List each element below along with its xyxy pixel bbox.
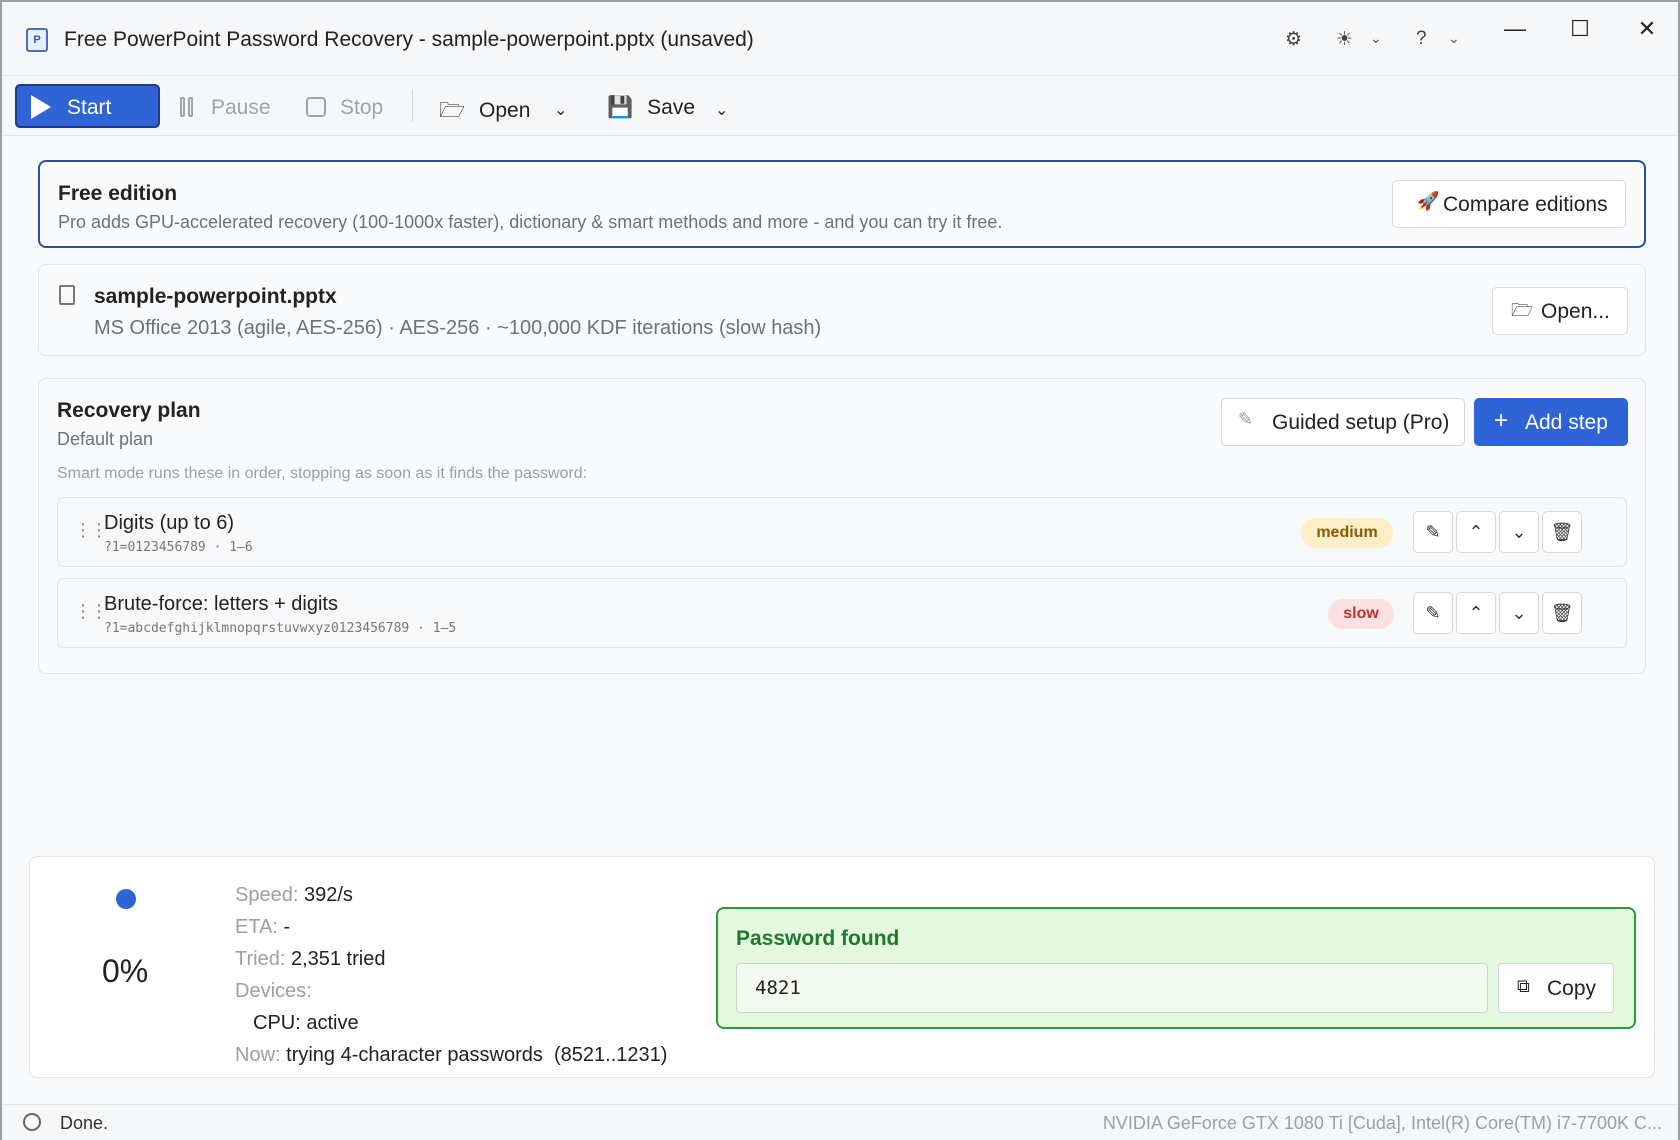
copy-button[interactable]: ⧉ Copy [1498, 963, 1614, 1013]
step-name: Digits (up to 6) [104, 512, 235, 534]
plan-title: Recovery plan [57, 399, 201, 422]
help-icon[interactable]: ? [1416, 28, 1427, 50]
maximize-button[interactable]: ☐ [1557, 14, 1603, 44]
trash-icon: 🗑 [1550, 603, 1574, 623]
plus-icon: + [1494, 407, 1509, 434]
chevron-down-icon: ⌄ [1511, 522, 1527, 542]
stop-icon [306, 97, 326, 117]
speed-badge: medium [1301, 518, 1393, 548]
plan-step[interactable]: ⋮⋮ Brute-force: letters + digits ?1=abcd… [57, 578, 1627, 648]
open-file-button[interactable]: 🗁 Open... [1492, 287, 1628, 335]
move-down-button[interactable]: ⌄ [1499, 511, 1539, 553]
now-value: trying 4-character passwords (8521..1231… [286, 1044, 668, 1066]
password-field[interactable]: 4821 [736, 963, 1488, 1013]
edit-step-button[interactable]: ✎ [1413, 592, 1453, 634]
magic-wand-icon: ✎ [1238, 409, 1254, 429]
guided-setup-button[interactable]: ✎ Guided setup (Pro) [1221, 398, 1465, 446]
banner-description: Pro adds GPU-accelerated recovery (100-1… [58, 212, 1003, 232]
play-icon [31, 95, 51, 119]
plan-subtitle: Default plan [57, 429, 154, 449]
speed-badge: slow [1328, 599, 1394, 629]
help-chevron-down-icon[interactable]: ⌄ [1448, 30, 1460, 47]
theme-chevron-down-icon[interactable]: ⌄ [1370, 30, 1382, 47]
pause-button[interactable]: Pause [180, 96, 271, 120]
stop-button[interactable]: Stop [306, 96, 383, 120]
window-title: Free PowerPoint Password Recovery - samp… [64, 28, 754, 51]
password-found-title: Password found [736, 927, 900, 950]
trash-icon: 🗑 [1550, 522, 1574, 542]
tried-value: 2,351 tried [290, 948, 386, 970]
rocket-icon: 🚀 [1417, 191, 1440, 211]
delete-step-button[interactable]: 🗑 [1542, 511, 1582, 553]
chevron-up-icon: ⌃ [1468, 603, 1484, 623]
start-button[interactable]: Start [15, 84, 160, 128]
progress-percent: 0% [102, 953, 149, 989]
step-name: Brute-force: letters + digits [104, 593, 338, 615]
progress-indicator-dot [116, 889, 136, 909]
add-step-button[interactable]: + Add step [1474, 398, 1628, 446]
folder-open-icon: 🗁 [1511, 300, 1534, 320]
pause-icon [180, 97, 185, 117]
start-label: Start [67, 96, 112, 119]
plan-note: Smart mode runs these in order, stopping… [57, 465, 588, 482]
device-cpu: CPU: active [253, 1012, 359, 1034]
sun-icon[interactable]: ☀ [1336, 28, 1353, 51]
chevron-down-icon: ⌄ [1511, 603, 1527, 623]
plan-step[interactable]: ⋮⋮ Digits (up to 6) ?1=0123456789 · 1–6 … [57, 497, 1627, 567]
banner-title: Free edition [58, 182, 178, 205]
status-text: Done. [60, 1113, 109, 1133]
folder-open-icon: 🗁 [439, 99, 466, 122]
status-circle-icon [23, 1113, 41, 1131]
step-mask: ?1=0123456789 · 1–6 [104, 540, 253, 555]
open-button[interactable]: 🗁 Open [439, 96, 530, 131]
step-mask: ?1=abcdefghijklmnopqrstuvwxyz0123456789 … [104, 621, 457, 636]
move-up-button[interactable]: ⌃ [1456, 511, 1496, 553]
edition-banner: Free edition Pro adds GPU-accelerated re… [38, 160, 1646, 248]
delete-step-button[interactable]: 🗑 [1542, 592, 1582, 634]
drag-handle-icon[interactable]: ⋮⋮ [74, 520, 108, 541]
recovery-plan-card: Recovery plan Default plan Smart mode ru… [38, 378, 1646, 674]
compare-editions-button[interactable]: 🚀 Compare editions [1392, 180, 1626, 228]
pencil-icon: ✎ [1425, 522, 1441, 542]
file-description: MS Office 2013 (agile, AES-256) · AES-25… [94, 317, 822, 339]
progress-stats: Speed: 392/s ETA: - Tried: 2,351 tried D… [235, 884, 668, 1066]
drag-handle-icon[interactable]: ⋮⋮ [74, 601, 108, 622]
save-dropdown-chevron-icon[interactable]: ⌄ [715, 100, 728, 120]
open-dropdown-chevron-icon[interactable]: ⌄ [554, 100, 567, 120]
copy-icon: ⧉ [1517, 976, 1530, 996]
app-icon: P [26, 28, 48, 52]
file-icon [59, 285, 75, 305]
edit-step-button[interactable]: ✎ [1413, 511, 1453, 553]
gear-icon[interactable]: ⚙ [1285, 28, 1302, 51]
toolbar: Start Pause Stop 🗁 Open ⌄ 💾 Save ⌄ [2, 76, 1678, 136]
move-down-button[interactable]: ⌄ [1499, 592, 1539, 634]
close-button[interactable]: ✕ [1624, 14, 1670, 44]
save-icon: 💾 [607, 96, 634, 119]
progress-panel: 0% Speed: 392/s ETA: - Tried: 2,351 trie… [29, 856, 1655, 1078]
speed-value: 392/s [303, 884, 353, 906]
move-up-button[interactable]: ⌃ [1456, 592, 1496, 634]
app-window: P Free PowerPoint Password Recovery - sa… [0, 0, 1680, 1140]
chevron-up-icon: ⌃ [1468, 522, 1484, 542]
minimize-button[interactable]: — [1492, 14, 1538, 44]
status-bar: Done. NVIDIA GeForce GTX 1080 Ti [Cuda],… [2, 1104, 1678, 1140]
pencil-icon: ✎ [1425, 603, 1441, 623]
device-list: NVIDIA GeForce GTX 1080 Ti [Cuda], Intel… [1102, 1113, 1662, 1133]
save-button[interactable]: 💾 Save [607, 96, 695, 120]
file-name: sample-powerpoint.pptx [94, 285, 337, 308]
file-card: sample-powerpoint.pptx MS Office 2013 (a… [38, 264, 1646, 356]
title-bar: P Free PowerPoint Password Recovery - sa… [2, 2, 1678, 76]
password-found-panel: Password found 4821 ⧉ Copy [716, 907, 1636, 1029]
toolbar-separator [412, 90, 413, 122]
eta-value: - [283, 916, 291, 938]
